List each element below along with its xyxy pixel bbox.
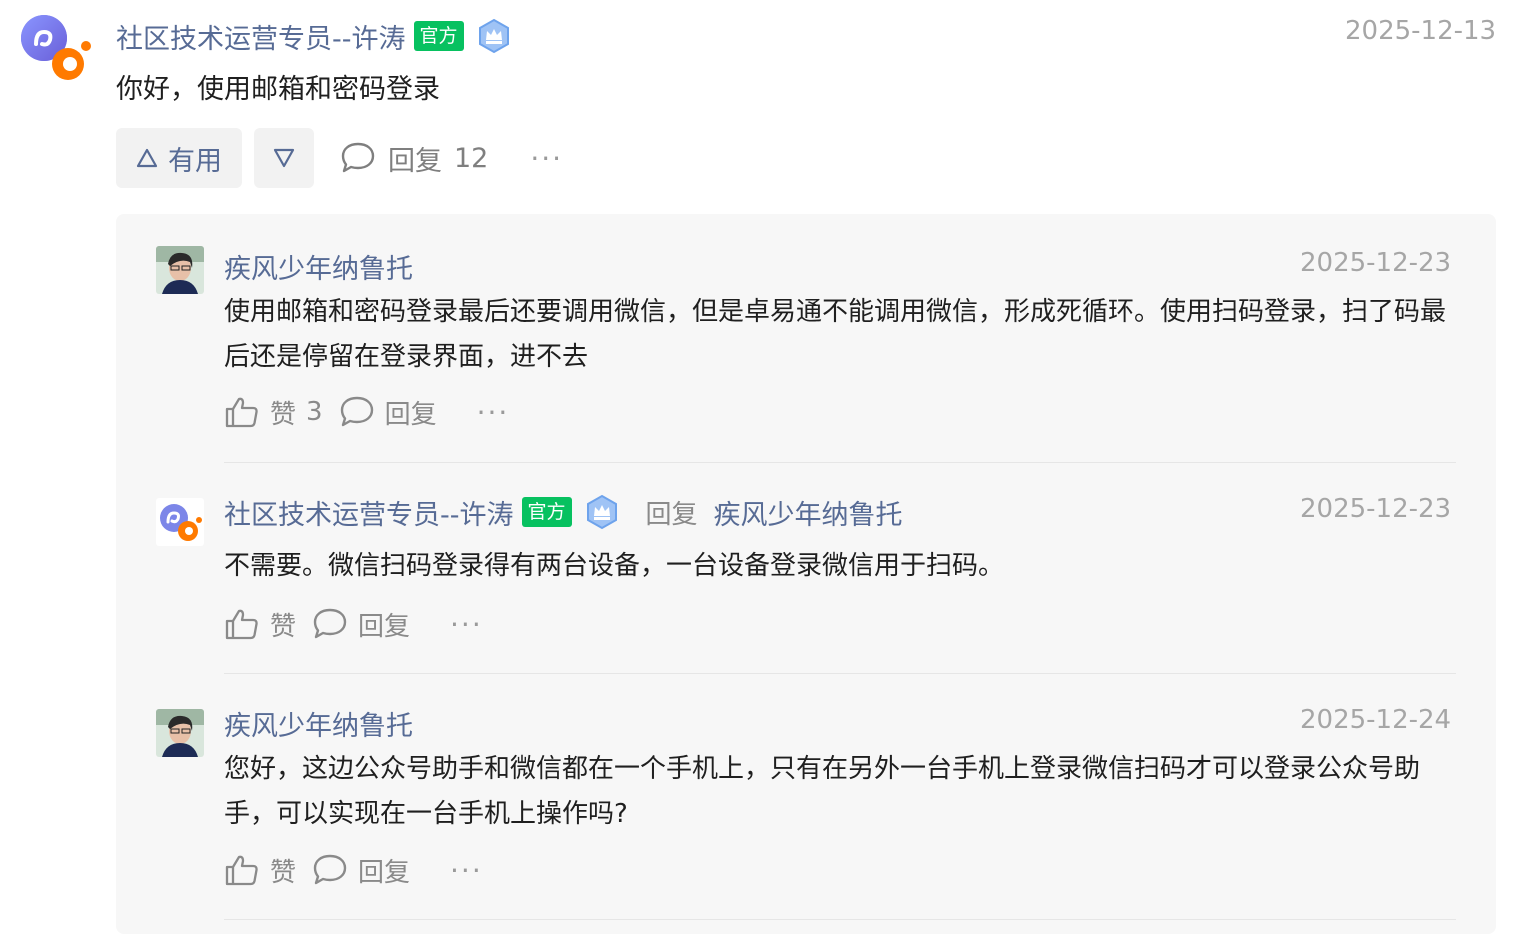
post-header: 社区技术运营专员--许涛 官方 <box>116 14 512 58</box>
avatar[interactable] <box>156 498 204 546</box>
like-label: 赞 <box>270 857 297 888</box>
like-button[interactable]: 赞 <box>224 852 296 889</box>
like-label: 赞 <box>270 399 297 430</box>
divider <box>224 919 1456 920</box>
reply-actions: 赞 回复 ··· <box>224 602 483 646</box>
reply-date: 2025-12-24 <box>1300 705 1452 735</box>
avatar[interactable] <box>20 14 92 82</box>
reply-label: 回复 <box>358 611 411 642</box>
like-label: 赞 <box>270 611 297 642</box>
replies-panel: 疾风少年纳鲁托 2025-12-23 使用邮箱和密码登录最后还要调用微信，但是卓… <box>116 214 1496 934</box>
triangle-up-icon <box>136 148 158 168</box>
reply-label: 回复 <box>384 399 437 430</box>
reply-date: 2025-12-23 <box>1300 494 1452 524</box>
more-options-button[interactable]: ··· <box>450 854 483 887</box>
reply-author[interactable]: 疾风少年纳鲁托 <box>224 247 413 286</box>
reply-author[interactable]: 疾风少年纳鲁托 <box>224 704 413 743</box>
reply-count: 12 <box>454 142 489 174</box>
comment-icon <box>313 854 347 885</box>
author-name[interactable]: 社区技术运营专员--许涛 <box>116 17 406 56</box>
reply-button[interactable]: 回复 12 ··· <box>340 134 563 182</box>
more-options-button[interactable]: ··· <box>477 396 510 429</box>
useful-label: 有用 <box>168 145 222 177</box>
comment-icon <box>313 608 347 639</box>
reply-text: 使用邮箱和密码登录最后还要调用微信，但是卓易通不能调用微信，形成死循环。使用扫码… <box>224 297 1447 372</box>
official-badge: 官方 <box>521 497 572 527</box>
reply-header: 疾风少年纳鲁托 <box>224 244 413 288</box>
triangle-down-icon <box>273 148 295 168</box>
reply-actions: 赞 回复 ··· <box>224 848 483 892</box>
more-options-button[interactable]: ··· <box>530 142 563 175</box>
post-date: 2025-12-13 <box>1345 16 1497 46</box>
reply-button[interactable]: 回复 <box>339 394 437 431</box>
divider <box>224 462 1456 463</box>
comment-thread: 社区技术运营专员--许涛 官方 2025-12-13 你好，使用邮箱和密码登录 … <box>0 0 1534 934</box>
not-useful-button[interactable] <box>254 128 314 188</box>
reply-text: 不需要。微信扫码登录得有两台设备，一台设备登录微信用于扫码。 <box>224 551 1005 581</box>
reply-header: 疾风少年纳鲁托 <box>224 701 413 745</box>
thumbs-up-icon <box>225 397 258 428</box>
reply-to-label: 回复 <box>645 499 698 530</box>
reply-date: 2025-12-23 <box>1300 248 1452 278</box>
more-options-button[interactable]: ··· <box>450 608 483 641</box>
like-count: 3 <box>306 397 323 427</box>
like-button[interactable]: 赞 3 <box>224 394 323 431</box>
thumbs-up-icon <box>225 609 258 640</box>
comment-icon <box>340 396 373 427</box>
useful-button[interactable]: 有用 <box>116 128 242 188</box>
reply-actions: 赞 3 回复 ··· <box>224 390 509 434</box>
reply-button[interactable]: 回复 <box>312 606 410 643</box>
post-text: 你好，使用邮箱和密码登录 <box>116 74 440 105</box>
avatar[interactable] <box>156 709 204 757</box>
reply-text: 您好，这边公众号助手和微信都在一个手机上，只有在另外一台手机上登录微信扫码才可以… <box>224 754 1421 829</box>
reply-header: 社区技术运营专员--许涛 官方 回复 疾风少年纳鲁托 <box>224 490 903 534</box>
crown-badge-icon <box>478 18 509 54</box>
reply-to-author[interactable]: 疾风少年纳鲁托 <box>714 493 903 532</box>
avatar[interactable] <box>156 246 204 294</box>
divider <box>224 673 1456 674</box>
crown-badge-icon <box>586 494 617 530</box>
official-badge: 官方 <box>413 21 464 51</box>
like-button[interactable]: 赞 <box>224 606 296 643</box>
reply-button[interactable]: 回复 <box>312 852 410 889</box>
reply-author[interactable]: 社区技术运营专员--许涛 <box>224 493 514 532</box>
comment-icon <box>341 142 375 173</box>
reply-label: 回复 <box>388 145 442 177</box>
reply-label: 回复 <box>358 857 411 888</box>
thumbs-up-icon <box>225 855 258 886</box>
